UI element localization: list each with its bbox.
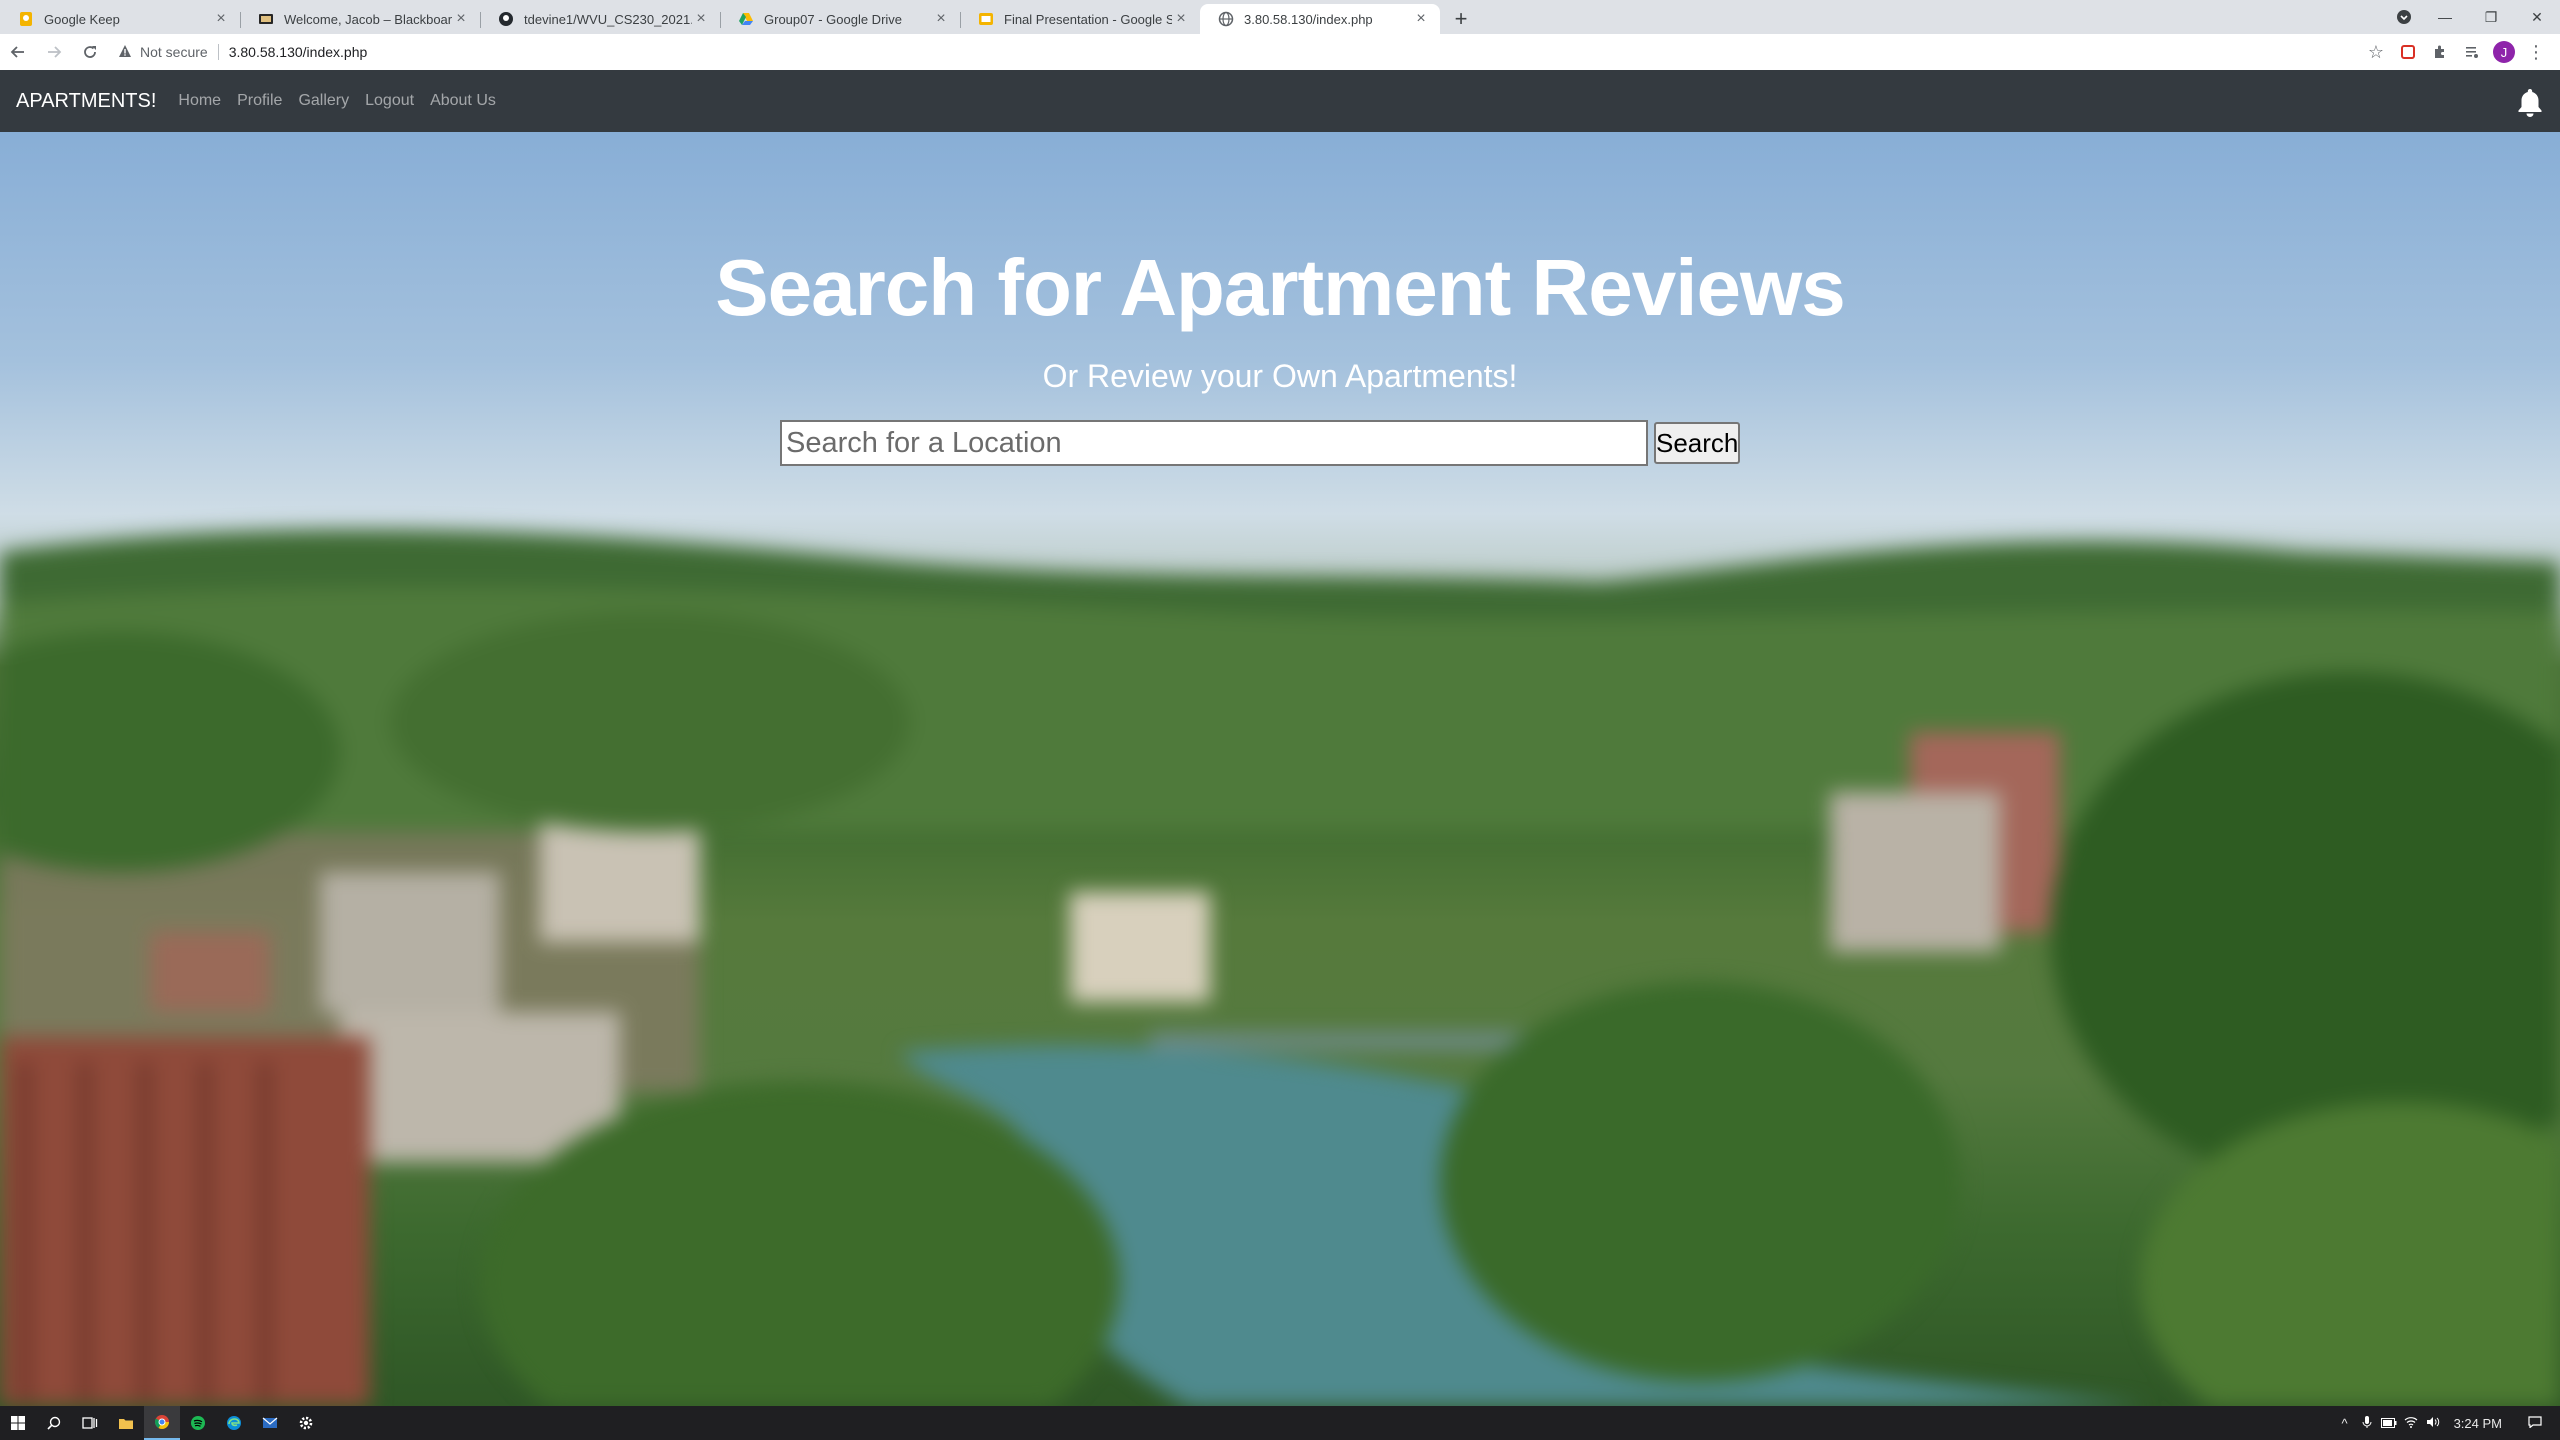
browser-tab-blackboard[interactable]: Welcome, Jacob – Blackboard Le × [240, 4, 480, 34]
nav-link-home[interactable]: Home [178, 92, 221, 110]
file-explorer-icon[interactable] [108, 1406, 144, 1440]
system-tray: ^ 3:24 PM [2334, 1406, 2560, 1440]
profile-avatar[interactable]: J [2488, 36, 2520, 68]
browser-tab-strip: Google Keep × Welcome, Jacob – Blackboar… [0, 0, 2560, 34]
web-page: APARTMENTS! Home Profile Gallery Logout … [0, 70, 2560, 1406]
close-icon[interactable]: × [932, 10, 950, 28]
blackboard-icon [259, 14, 273, 24]
browser-menu-icon[interactable]: ⋮ [2520, 36, 2552, 68]
tab-title: Welcome, Jacob – Blackboard Le [284, 11, 452, 27]
nav-link-profile[interactable]: Profile [237, 92, 282, 110]
battery-icon[interactable] [2378, 1416, 2400, 1431]
reload-button[interactable] [72, 34, 108, 70]
windows-start-icon[interactable] [0, 1406, 36, 1440]
new-tab-button[interactable]: + [1446, 4, 1476, 34]
page-subtitle: Or Review your Own Apartments! [1042, 358, 1518, 394]
volume-icon[interactable] [2422, 1416, 2444, 1431]
site-brand[interactable]: APARTMENTS! [16, 90, 156, 113]
url-text[interactable]: 3.80.58.130/index.php [229, 44, 368, 60]
browser-tab-google-keep[interactable]: Google Keep × [0, 4, 240, 34]
toolbar-actions: ☆ J ⋮ [2360, 36, 2560, 68]
chevron-up-icon[interactable]: ^ [2334, 1416, 2356, 1431]
location-search-input[interactable] [780, 420, 1648, 466]
search-icon[interactable] [36, 1406, 72, 1440]
close-icon[interactable]: × [452, 10, 470, 28]
extension-red-icon[interactable] [2392, 36, 2424, 68]
back-button[interactable] [0, 34, 36, 70]
reload-icon [84, 46, 96, 58]
nav-link-logout[interactable]: Logout [365, 92, 414, 110]
nav-link-gallery[interactable]: Gallery [298, 92, 349, 110]
page-title: Search for Apartment Reviews [715, 243, 1845, 332]
browser-tab-index-php[interactable]: 3.80.58.130/index.php × [1200, 4, 1440, 34]
microphone-icon[interactable] [2356, 1415, 2378, 1432]
bookmark-star-icon[interactable]: ☆ [2360, 36, 2392, 68]
site-navbar: APARTMENTS! Home Profile Gallery Logout … [0, 70, 2560, 132]
settings-gear-icon[interactable] [288, 1406, 324, 1440]
close-icon[interactable]: × [1412, 10, 1430, 28]
hero-background: Search for Apartment Reviews Or Review y… [0, 132, 2560, 1406]
arrow-right-icon [48, 46, 62, 58]
extensions-puzzle-icon[interactable] [2424, 36, 2456, 68]
tab-search-button[interactable] [2386, 9, 2422, 25]
spotify-icon[interactable] [180, 1406, 216, 1440]
close-icon[interactable]: × [692, 10, 710, 28]
tab-title: tdevine1/WVU_CS230_2021.01_G [524, 11, 692, 27]
edge-icon[interactable] [216, 1406, 252, 1440]
wifi-icon[interactable] [2400, 1416, 2422, 1431]
avatar: J [2493, 41, 2515, 63]
nav-link-about-us[interactable]: About Us [430, 92, 496, 110]
restore-button[interactable]: ❐ [2468, 9, 2514, 26]
tab-title: Google Keep [44, 11, 120, 27]
task-view-icon[interactable] [72, 1406, 108, 1440]
search-button[interactable]: Search [1654, 422, 1740, 464]
tab-title: Final Presentation - Google Slide [1004, 11, 1172, 27]
close-icon[interactable]: × [1172, 10, 1190, 28]
search-form: Search [780, 420, 1740, 466]
tab-title: Group07 - Google Drive [764, 11, 903, 27]
chrome-icon[interactable] [144, 1406, 180, 1440]
address-bar[interactable]: Not secure 3.80.58.130/index.php [108, 38, 2360, 66]
browser-toolbar: Not secure 3.80.58.130/index.php ☆ J ⋮ [0, 34, 2560, 70]
windows-taskbar: ^ 3:24 PM [0, 1406, 2560, 1440]
tab-title: 3.80.58.130/index.php [1244, 11, 1373, 27]
media-playlist-icon[interactable] [2456, 36, 2488, 68]
chevron-down-icon [2397, 10, 2411, 24]
drive-icon [739, 13, 753, 25]
notification-center-icon[interactable] [2524, 1415, 2546, 1431]
warning-icon[interactable] [118, 44, 132, 61]
globe-icon [1218, 11, 1234, 27]
bell-icon[interactable] [2514, 86, 2546, 118]
forward-button[interactable] [36, 34, 72, 70]
mail-icon[interactable] [252, 1406, 288, 1440]
browser-tab-google-drive[interactable]: Group07 - Google Drive × [720, 4, 960, 34]
browser-tab-google-slides[interactable]: Final Presentation - Google Slide × [960, 4, 1200, 34]
security-label[interactable]: Not secure [140, 44, 208, 60]
minimize-button[interactable]: — [2422, 9, 2468, 25]
browser-tab-github[interactable]: tdevine1/WVU_CS230_2021.01_G × [480, 4, 720, 34]
divider [217, 44, 219, 60]
close-window-button[interactable]: ✕ [2514, 9, 2560, 26]
arrow-left-icon [10, 46, 24, 58]
window-controls: — ❐ ✕ [2386, 0, 2560, 34]
close-icon[interactable]: × [212, 10, 230, 28]
clock[interactable]: 3:24 PM [2454, 1416, 2502, 1431]
github-icon [499, 12, 513, 26]
slides-icon [979, 13, 993, 25]
keep-icon [20, 12, 32, 26]
